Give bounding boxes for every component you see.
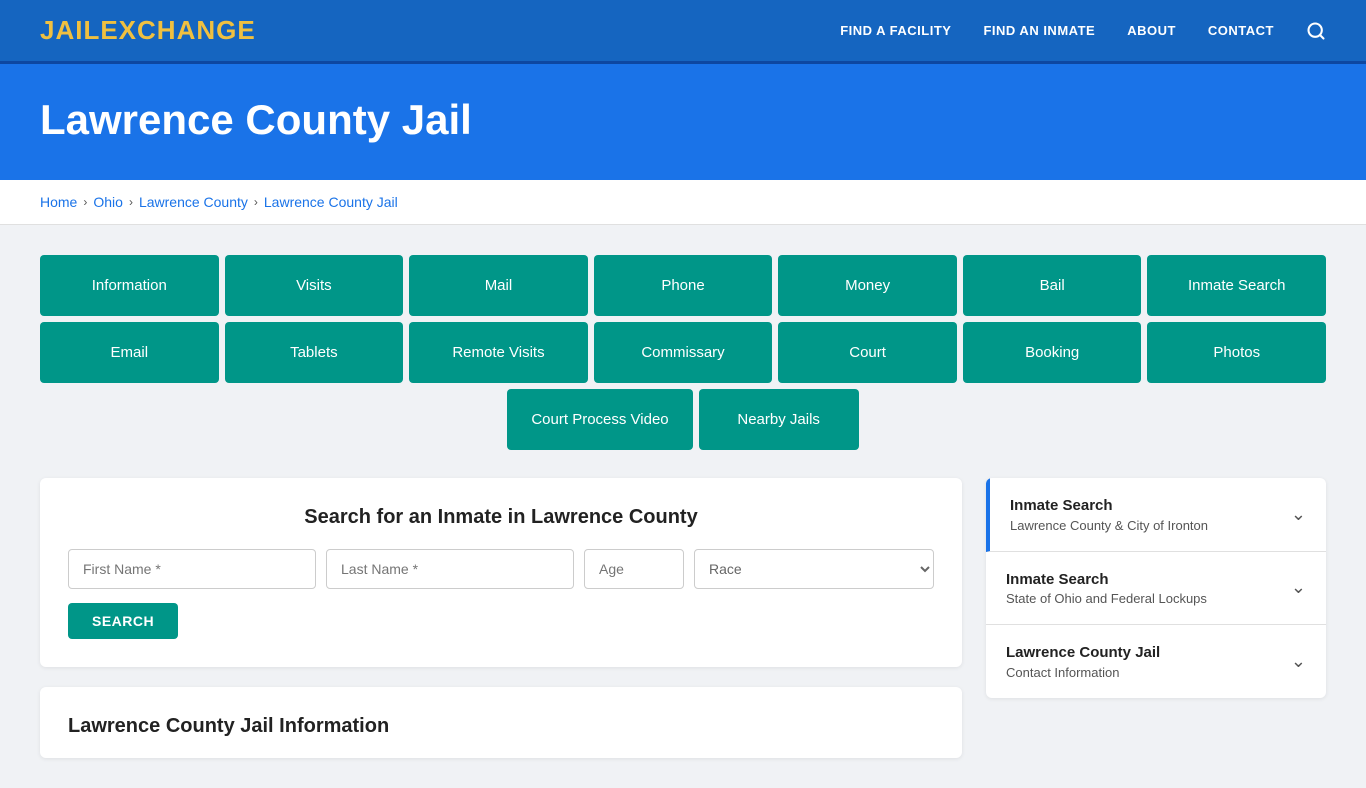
btn-information[interactable]: Information bbox=[40, 255, 219, 316]
sidebar-item-0[interactable]: Inmate Search Lawrence County & City of … bbox=[986, 478, 1326, 552]
nav-find-facility[interactable]: FIND A FACILITY bbox=[840, 23, 951, 38]
breadcrumb-current: Lawrence County Jail bbox=[264, 194, 398, 210]
info-box-title: Lawrence County Jail Information bbox=[68, 715, 934, 738]
nav-buttons-row1: Information Visits Mail Phone Money Bail… bbox=[40, 255, 1326, 316]
two-col-layout: Search for an Inmate in Lawrence County … bbox=[40, 478, 1326, 758]
btn-photos[interactable]: Photos bbox=[1147, 322, 1326, 383]
breadcrumb-bar: Home › Ohio › Lawrence County › Lawrence… bbox=[0, 180, 1366, 225]
btn-commissary[interactable]: Commissary bbox=[594, 322, 773, 383]
info-box: Lawrence County Jail Information bbox=[40, 687, 962, 758]
btn-court[interactable]: Court bbox=[778, 322, 957, 383]
btn-booking[interactable]: Booking bbox=[963, 322, 1142, 383]
sidebar-item-2-text: Lawrence County Jail Contact Information bbox=[1006, 643, 1160, 680]
age-input[interactable] bbox=[584, 549, 684, 589]
chevron-down-icon-2: ⌄ bbox=[1291, 651, 1306, 672]
btn-nearby-jails[interactable]: Nearby Jails bbox=[699, 389, 859, 450]
btn-court-process-video[interactable]: Court Process Video bbox=[507, 389, 692, 450]
btn-mail[interactable]: Mail bbox=[409, 255, 588, 316]
btn-phone[interactable]: Phone bbox=[594, 255, 773, 316]
chevron-down-icon-1: ⌄ bbox=[1291, 577, 1306, 598]
nav-buttons-section: Information Visits Mail Phone Money Bail… bbox=[40, 255, 1326, 450]
logo-jail: JAIL bbox=[40, 15, 100, 45]
btn-visits[interactable]: Visits bbox=[225, 255, 404, 316]
breadcrumb: Home › Ohio › Lawrence County › Lawrence… bbox=[40, 194, 1326, 210]
last-name-input[interactable] bbox=[326, 549, 574, 589]
search-icon-button[interactable] bbox=[1306, 21, 1326, 41]
btn-inmate-search[interactable]: Inmate Search bbox=[1147, 255, 1326, 316]
hero-section: Lawrence County Jail bbox=[0, 64, 1366, 180]
sidebar-item-0-sub: Lawrence County & City of Ironton bbox=[1010, 518, 1208, 533]
nav-buttons-row2: Email Tablets Remote Visits Commissary C… bbox=[40, 322, 1326, 383]
search-icon bbox=[1306, 21, 1326, 41]
sidebar-card: Inmate Search Lawrence County & City of … bbox=[986, 478, 1326, 698]
search-box-title: Search for an Inmate in Lawrence County bbox=[68, 506, 934, 529]
btn-tablets[interactable]: Tablets bbox=[225, 322, 404, 383]
btn-remote-visits[interactable]: Remote Visits bbox=[409, 322, 588, 383]
race-select[interactable]: Race White Black Hispanic Asian Other bbox=[694, 549, 934, 589]
sidebar-item-0-text: Inmate Search Lawrence County & City of … bbox=[1010, 496, 1208, 533]
header: JAILEXCHANGE FIND A FACILITY FIND AN INM… bbox=[0, 0, 1366, 64]
breadcrumb-sep-2: › bbox=[129, 195, 133, 209]
nav-about[interactable]: ABOUT bbox=[1127, 23, 1176, 38]
sidebar-item-2[interactable]: Lawrence County Jail Contact Information… bbox=[986, 625, 1326, 698]
breadcrumb-home[interactable]: Home bbox=[40, 194, 77, 210]
btn-email[interactable]: Email bbox=[40, 322, 219, 383]
sidebar-item-1-sub: State of Ohio and Federal Lockups bbox=[1006, 591, 1207, 606]
search-box: Search for an Inmate in Lawrence County … bbox=[40, 478, 962, 667]
breadcrumb-sep-3: › bbox=[254, 195, 258, 209]
nav-find-inmate[interactable]: FIND AN INMATE bbox=[983, 23, 1095, 38]
logo[interactable]: JAILEXCHANGE bbox=[40, 15, 256, 46]
btn-bail[interactable]: Bail bbox=[963, 255, 1142, 316]
btn-money[interactable]: Money bbox=[778, 255, 957, 316]
breadcrumb-lawrence-county[interactable]: Lawrence County bbox=[139, 194, 248, 210]
left-column: Search for an Inmate in Lawrence County … bbox=[40, 478, 962, 758]
chevron-down-icon-0: ⌄ bbox=[1291, 504, 1306, 525]
main-nav: FIND A FACILITY FIND AN INMATE ABOUT CON… bbox=[840, 21, 1326, 41]
search-button[interactable]: SEARCH bbox=[68, 603, 178, 639]
sidebar-item-1-text: Inmate Search State of Ohio and Federal … bbox=[1006, 570, 1207, 607]
breadcrumb-sep-1: › bbox=[83, 195, 87, 209]
sidebar-item-2-label: Lawrence County Jail bbox=[1006, 643, 1160, 663]
sidebar-item-0-label: Inmate Search bbox=[1010, 496, 1208, 516]
first-name-input[interactable] bbox=[68, 549, 316, 589]
sidebar-item-1-label: Inmate Search bbox=[1006, 570, 1207, 590]
search-form-row1: Race White Black Hispanic Asian Other bbox=[68, 549, 934, 589]
nav-buttons-row3: Court Process Video Nearby Jails bbox=[40, 389, 1326, 450]
right-column: Inmate Search Lawrence County & City of … bbox=[986, 478, 1326, 698]
breadcrumb-ohio[interactable]: Ohio bbox=[93, 194, 123, 210]
sidebar-item-1[interactable]: Inmate Search State of Ohio and Federal … bbox=[986, 552, 1326, 626]
page-title: Lawrence County Jail bbox=[40, 96, 1326, 144]
main-content: Information Visits Mail Phone Money Bail… bbox=[0, 225, 1366, 788]
nav-contact[interactable]: CONTACT bbox=[1208, 23, 1274, 38]
logo-exchange: EXCHANGE bbox=[100, 15, 255, 45]
sidebar-item-2-sub: Contact Information bbox=[1006, 665, 1160, 680]
